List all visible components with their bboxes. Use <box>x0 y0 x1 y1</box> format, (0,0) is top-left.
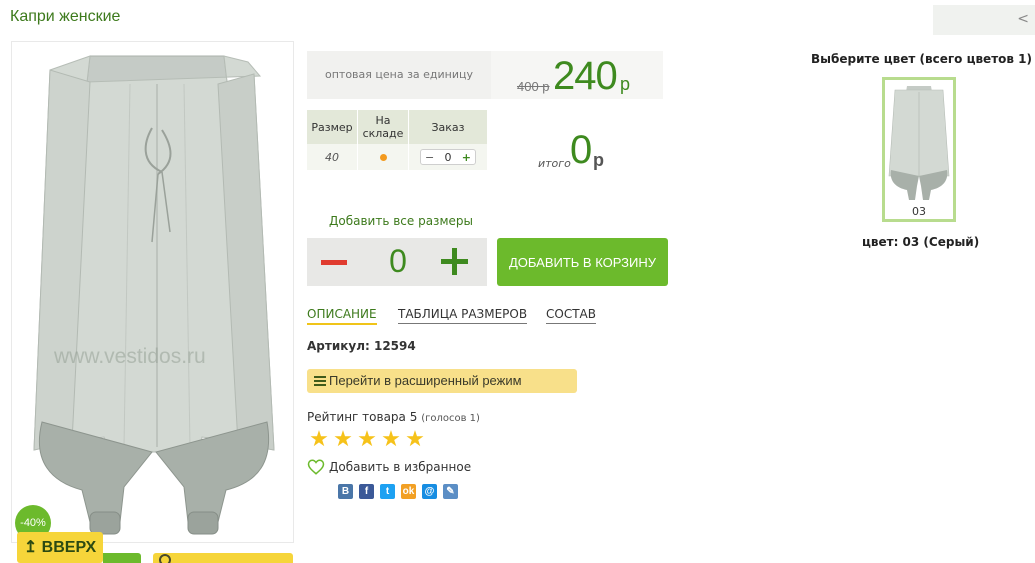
price-currency: р <box>620 74 631 94</box>
order-qty-minus-button[interactable]: − <box>425 151 434 164</box>
stock-cell <box>358 144 408 170</box>
order-cell: − 0 + <box>409 144 487 170</box>
star-icon[interactable]: ★ <box>355 429 379 451</box>
color-title: Выберите цвет (всего цветов 1) <box>811 52 1032 66</box>
in-stock-dot-icon <box>379 153 387 161</box>
quantity-value[interactable]: 0 <box>385 243 411 280</box>
green-button-partial[interactable] <box>103 553 141 563</box>
vkontakte-icon[interactable]: B <box>338 484 353 499</box>
order-qty-plus-button[interactable]: + <box>462 151 471 164</box>
quantity-plus-button[interactable] <box>441 248 469 276</box>
add-to-favorites-label: Добавить в избранное <box>329 460 472 474</box>
size-cell: 40 <box>307 144 357 170</box>
tab-composition[interactable]: СОСТАВ <box>546 307 596 324</box>
tab-description[interactable]: ОПИСАНИЕ <box>307 307 377 325</box>
sku: Артикул: 12594 <box>307 339 416 353</box>
add-all-sizes-link[interactable]: Добавить все размеры <box>329 214 473 228</box>
total-label: итого <box>538 157 571 170</box>
yellow-button-partial[interactable] <box>153 553 293 563</box>
rating-stars[interactable]: ★ ★ ★ ★ ★ <box>307 429 427 451</box>
star-icon[interactable]: ★ <box>331 429 355 451</box>
star-icon[interactable]: ★ <box>379 429 403 451</box>
extended-mode-label: Перейти в расширенный режим <box>329 373 522 388</box>
extended-mode-button[interactable]: Перейти в расширенный режим <box>307 369 577 393</box>
price-box: 400 р 240 р <box>491 51 663 99</box>
color-swatch[interactable]: 03 <box>882 77 956 222</box>
size-header: Размер <box>307 110 357 144</box>
quantity-stepper: 0 <box>307 238 487 286</box>
back-to-top-button[interactable]: ↥ ВВЕРХ <box>17 532 103 563</box>
price-label: оптовая цена за единицу <box>307 51 491 99</box>
odnoklassniki-icon[interactable]: ok <box>401 484 416 499</box>
stock-header: На складе <box>358 110 408 144</box>
mailru-icon[interactable]: @ <box>422 484 437 499</box>
order-qty-stepper[interactable]: − 0 + <box>420 149 476 165</box>
current-price: 240 <box>553 54 618 98</box>
star-icon[interactable]: ★ <box>307 429 331 451</box>
rating-votes: (голосов 1) <box>421 413 480 424</box>
rating-text: Рейтинг товара 5 <box>307 410 418 424</box>
add-to-favorites-link[interactable]: Добавить в избранное <box>307 458 471 476</box>
watermark-text: www.vestidos.ru <box>54 345 206 368</box>
heart-icon <box>307 459 325 475</box>
rating-label: Рейтинг товара 5 (голосов 1) <box>307 410 480 424</box>
livejournal-icon[interactable]: ✎ <box>443 484 458 499</box>
previous-product-button[interactable]: < <box>933 5 1035 35</box>
product-title: Капри женские <box>10 8 121 25</box>
add-to-cart-button[interactable]: ДОБАВИТЬ В КОРЗИНУ <box>497 238 668 286</box>
back-to-top-label: ВВЕРХ <box>41 539 97 556</box>
swatch-code: 03 <box>912 205 926 218</box>
facebook-icon[interactable]: f <box>359 484 374 499</box>
star-icon[interactable]: ★ <box>403 429 427 451</box>
total-value: 0 <box>570 128 593 172</box>
capri-pants-illustration <box>33 55 275 535</box>
size-table: Размер На складе Заказ 40 − 0 + <box>307 110 487 170</box>
old-price: 400 р <box>517 79 550 94</box>
order-header: Заказ <box>409 110 487 144</box>
social-share: Bf t ok @ ✎ <box>338 484 464 499</box>
selected-color-name: цвет: 03 (Серый) <box>862 235 980 249</box>
arrow-up-icon: ↥ <box>23 539 42 556</box>
quantity-minus-button[interactable] <box>321 250 349 274</box>
circle-icon <box>159 554 171 563</box>
tab-size-chart[interactable]: ТАБЛИЦА РАЗМЕРОВ <box>398 307 528 324</box>
order-qty-value[interactable]: 0 <box>445 151 452 164</box>
total-currency: р <box>593 150 604 170</box>
list-icon <box>314 376 326 386</box>
product-photo[interactable]: www.vestidos.ru <box>11 41 294 543</box>
swatch-thumbnail <box>888 86 950 200</box>
twitter-icon[interactable]: t <box>380 484 395 499</box>
